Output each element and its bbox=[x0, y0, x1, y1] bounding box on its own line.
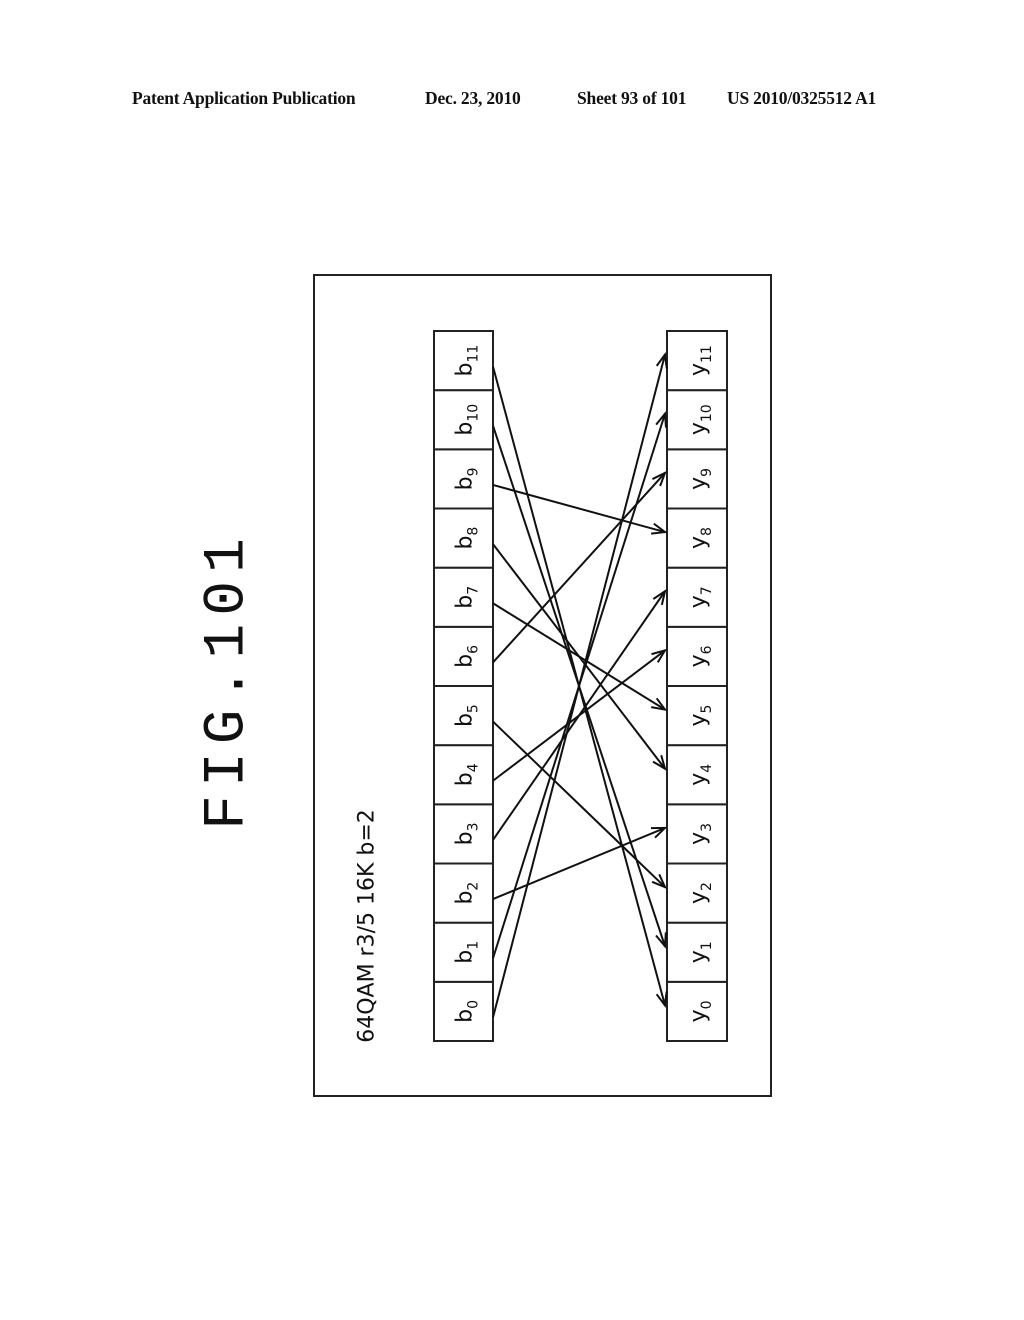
output-symbol-label-base: y bbox=[686, 950, 711, 963]
arrowhead-icon bbox=[651, 697, 668, 712]
output-symbol-label-subscript: 0 bbox=[699, 1000, 715, 1009]
output-symbol-label-subscript: 11 bbox=[699, 345, 715, 363]
output-symbol-cell-10: y10 bbox=[666, 389, 728, 451]
output-symbol-cell-2: y2 bbox=[666, 862, 728, 924]
input-bit-cell-2: b2 bbox=[433, 862, 494, 924]
output-symbol-cell-0: y0 bbox=[666, 980, 728, 1042]
output-symbol-label-subscript: 5 bbox=[699, 705, 715, 714]
input-bit-label-base: b bbox=[453, 595, 478, 609]
input-bit-label-base: b bbox=[453, 363, 478, 377]
input-bit-label-subscript: 8 bbox=[466, 527, 482, 536]
connection-b11-to-y0 bbox=[492, 366, 668, 1009]
output-symbol-cell-box bbox=[666, 389, 728, 451]
output-symbol-label-subscript: 6 bbox=[699, 645, 715, 654]
input-bit-label-subscript: 4 bbox=[466, 763, 482, 772]
output-symbol-cell-box bbox=[666, 330, 728, 392]
output-symbol-label-subscript: 10 bbox=[699, 404, 715, 422]
connection-b8-to-y4 bbox=[492, 543, 667, 771]
output-symbol-cell-8: y8 bbox=[666, 507, 728, 569]
input-bit-cell-3: b3 bbox=[433, 803, 494, 865]
output-symbol-cell-7: y7 bbox=[666, 566, 728, 628]
output-symbol-cell-6: y6 bbox=[666, 625, 728, 687]
input-bit-label-base: b bbox=[453, 891, 478, 905]
output-symbol-cell-3: y3 bbox=[666, 803, 728, 865]
output-symbol-label-base: y bbox=[686, 773, 711, 786]
input-bit-cell-8: b8 bbox=[433, 507, 494, 569]
output-symbol-label-subscript: 9 bbox=[699, 468, 715, 477]
output-symbol-label-subscript: 7 bbox=[699, 586, 715, 595]
output-symbol-column: y0y1y2y3y4y5y6y7y8y9y10y11 bbox=[666, 330, 728, 1042]
output-symbol-label-base: y bbox=[686, 654, 711, 667]
output-symbol-label-base: y bbox=[686, 714, 711, 727]
input-bit-label-subscript: 3 bbox=[466, 822, 482, 831]
output-symbol-label-subscript: 3 bbox=[699, 823, 715, 832]
input-bit-label-base: b bbox=[453, 422, 478, 436]
connection-lines bbox=[492, 351, 668, 1018]
input-bit-label-base: b bbox=[453, 950, 478, 964]
input-bit-label-subscript: 9 bbox=[466, 467, 482, 476]
input-bit-label-subscript: 0 bbox=[466, 1000, 482, 1009]
input-bit-label-base: b bbox=[453, 772, 478, 786]
input-bit-column: b0b1b2b3b4b5b6b7b8b9b10b11 bbox=[433, 330, 494, 1042]
output-symbol-label-base: y bbox=[686, 595, 711, 608]
input-bit-label-subscript: 10 bbox=[466, 404, 482, 422]
output-symbol-label-base: y bbox=[686, 363, 711, 376]
input-bit-cell-1: b1 bbox=[433, 921, 494, 983]
output-symbol-label-base: y bbox=[686, 1009, 711, 1022]
connection-line bbox=[492, 366, 666, 1006]
input-bit-label-subscript: 7 bbox=[466, 586, 482, 595]
input-bit-cell-box bbox=[433, 330, 494, 392]
output-symbol-cell-11: y11 bbox=[666, 330, 728, 392]
bit-interleaver-diagram: b0b1b2b3b4b5b6b7b8b9b10b11 y0y1y2y3y4y5y… bbox=[433, 330, 728, 1042]
input-bit-cell-11: b11 bbox=[433, 330, 494, 392]
output-symbol-cell-1: y1 bbox=[666, 921, 728, 983]
input-bit-label-subscript: 11 bbox=[466, 345, 482, 363]
input-bit-cell-0: b0 bbox=[433, 980, 494, 1042]
output-symbol-label-base: y bbox=[686, 536, 711, 549]
input-bit-label-subscript: 2 bbox=[466, 882, 482, 891]
input-bit-label-base: b bbox=[453, 654, 478, 668]
output-symbol-cell-4: y4 bbox=[666, 744, 728, 806]
connection-line bbox=[492, 649, 666, 782]
input-bit-label-base: b bbox=[453, 1009, 478, 1023]
input-bit-cell-6: b6 bbox=[433, 625, 494, 687]
output-symbol-label-base: y bbox=[686, 832, 711, 845]
input-bit-label-base: b bbox=[453, 831, 478, 845]
output-symbol-label-base: y bbox=[686, 477, 711, 490]
connection-line bbox=[492, 483, 666, 534]
output-symbol-label-subscript: 8 bbox=[699, 527, 715, 536]
output-symbol-label-subscript: 2 bbox=[699, 882, 715, 891]
output-symbol-label-base: y bbox=[686, 422, 711, 435]
connection-line bbox=[492, 543, 666, 770]
output-symbol-label-subscript: 4 bbox=[699, 764, 715, 773]
input-bit-cell-5: b5 bbox=[433, 685, 494, 747]
output-symbol-label-base: y bbox=[686, 891, 711, 904]
input-bit-label-base: b bbox=[453, 536, 478, 550]
input-bit-label-subscript: 5 bbox=[466, 704, 482, 713]
input-bit-cell-box bbox=[433, 389, 494, 451]
output-symbol-label-subscript: 1 bbox=[699, 941, 715, 950]
connection-b4-to-y6 bbox=[492, 648, 668, 782]
input-bit-cell-4: b4 bbox=[433, 744, 494, 806]
input-bit-label-subscript: 6 bbox=[466, 645, 482, 654]
input-bit-label-subscript: 1 bbox=[466, 941, 482, 950]
input-bit-cell-10: b10 bbox=[433, 389, 494, 451]
input-bit-cell-9: b9 bbox=[433, 448, 494, 510]
input-bit-label-base: b bbox=[453, 476, 478, 490]
input-bit-label-base: b bbox=[453, 713, 478, 727]
input-bit-cell-7: b7 bbox=[433, 566, 494, 628]
output-symbol-cell-5: y5 bbox=[666, 685, 728, 747]
output-symbol-cell-9: y9 bbox=[666, 448, 728, 510]
